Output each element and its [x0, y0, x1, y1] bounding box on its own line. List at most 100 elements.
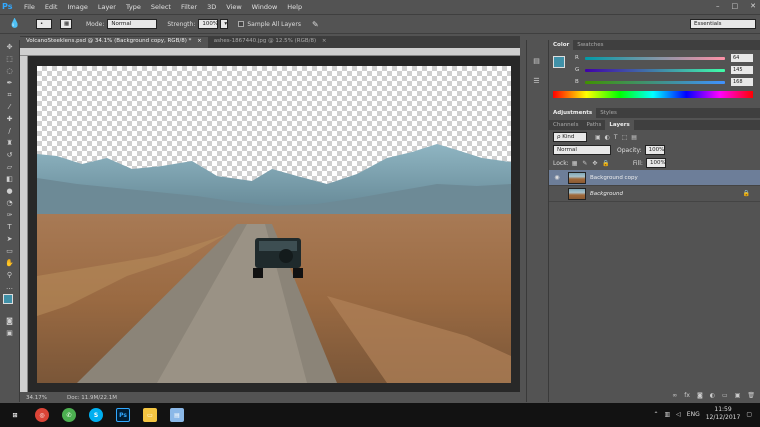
close-tab-icon[interactable]: ×	[197, 38, 202, 44]
r-value-input[interactable]: 64	[731, 54, 753, 62]
menu-edit[interactable]: Edit	[40, 3, 63, 11]
document-tab-volcano[interactable]: VolcanoSteeklens.psd @ 34.1% (Background…	[20, 37, 208, 48]
skype-icon[interactable]: S	[89, 408, 103, 422]
tray-expand-icon[interactable]: ⌃	[653, 411, 658, 418]
menu-image[interactable]: Image	[62, 3, 92, 11]
pen-tool-icon[interactable]: ✑	[3, 210, 17, 220]
properties-panel-icon[interactable]: ☰	[530, 76, 544, 86]
layer-filter-icons[interactable]: ▣◐T⬚▤	[595, 134, 641, 141]
maximize-button[interactable]: □	[732, 2, 739, 10]
hand-tool-icon[interactable]: ✋	[3, 258, 17, 268]
tab-color[interactable]: Color	[549, 40, 574, 50]
close-tab-icon[interactable]: ×	[322, 38, 327, 44]
link-layers-icon[interactable]: ∞	[672, 392, 677, 402]
b-value-input[interactable]: 168	[731, 78, 753, 86]
adjustment-layer-icon[interactable]: ◐	[710, 392, 715, 402]
pressure-icon[interactable]: ✎	[312, 20, 319, 29]
close-button[interactable]: ✕	[750, 2, 756, 10]
fill-input[interactable]: 100%	[645, 158, 666, 168]
eraser-tool-icon[interactable]: ▱	[3, 162, 17, 172]
windows-start-icon[interactable]: ⊞	[8, 408, 22, 422]
menu-layer[interactable]: Layer	[93, 3, 121, 11]
menu-view[interactable]: View	[221, 3, 246, 11]
brush-tool-icon[interactable]: /	[3, 126, 17, 136]
type-tool-icon[interactable]: T	[3, 222, 17, 232]
foreground-color-swatch[interactable]	[3, 294, 13, 304]
history-panel-icon[interactable]: ▤	[530, 56, 544, 66]
tab-paths[interactable]: Paths	[582, 120, 605, 130]
g-value-input[interactable]: 145	[731, 66, 753, 74]
history-brush-tool-icon[interactable]: ↺	[3, 150, 17, 160]
new-layer-icon[interactable]: ▣	[735, 392, 741, 402]
dodge-tool-icon[interactable]: ◔	[3, 198, 17, 208]
document-canvas[interactable]	[37, 66, 511, 383]
zoom-level[interactable]: 34.17%	[26, 395, 47, 401]
eyedropper-tool-icon[interactable]: ⁄	[3, 102, 17, 112]
notifications-icon[interactable]: ▢	[746, 411, 752, 418]
visibility-eye-icon[interactable]: ◉	[552, 174, 562, 181]
screen-mode-icon[interactable]: ▣	[3, 328, 17, 338]
more-tools-icon[interactable]: …	[3, 282, 17, 292]
chrome-icon[interactable]: ◎	[35, 408, 49, 422]
tab-swatches[interactable]: Swatches	[573, 40, 607, 50]
move-tool-icon[interactable]: ✥	[3, 42, 17, 52]
clone-stamp-tool-icon[interactable]: ♜	[3, 138, 17, 148]
color-spectrum-bar[interactable]	[553, 91, 753, 98]
notepad-icon[interactable]: ▤	[170, 408, 184, 422]
layer-mask-icon[interactable]: ◙	[697, 392, 703, 402]
strength-dropdown-icon[interactable]: ▾	[220, 19, 229, 29]
lasso-tool-icon[interactable]: ◌	[3, 66, 17, 76]
foreground-color-chip[interactable]	[553, 56, 565, 68]
layer-row[interactable]: ◉ Background copy	[549, 170, 760, 186]
minimize-button[interactable]: –	[716, 2, 720, 10]
quick-select-tool-icon[interactable]: ✒	[3, 78, 17, 88]
delete-layer-icon[interactable]: 🗑	[747, 392, 755, 402]
blur-tool-icon[interactable]: 💧	[8, 19, 22, 29]
tab-adjustments[interactable]: Adjustments	[549, 108, 597, 118]
marquee-tool-icon[interactable]: ⬚	[3, 54, 17, 64]
layer-kind-filter[interactable]: ρ Kind	[553, 132, 587, 142]
lock-icons[interactable]: ▦✎✥🔒	[572, 160, 615, 167]
new-group-icon[interactable]: ▭	[722, 392, 728, 402]
blend-mode-select[interactable]: Normal	[553, 145, 611, 155]
g-slider[interactable]	[585, 68, 725, 72]
layer-row[interactable]: Background 🔒	[549, 186, 760, 202]
volume-icon[interactable]: ◁	[676, 411, 681, 418]
paint-bucket-tool-icon[interactable]: ◧	[3, 174, 17, 184]
sample-all-layers-checkbox[interactable]	[238, 21, 245, 27]
clock[interactable]: 11:59 12/12/2017	[706, 406, 741, 422]
b-slider[interactable]	[585, 80, 725, 84]
whatsapp-icon[interactable]: ✆	[62, 408, 76, 422]
brush-panel-toggle-icon[interactable]: ▦	[60, 19, 72, 29]
healing-brush-tool-icon[interactable]: ✚	[3, 114, 17, 124]
menu-3d[interactable]: 3D	[202, 3, 221, 11]
language-indicator[interactable]: ENG	[687, 411, 700, 418]
menu-file[interactable]: File	[19, 3, 40, 11]
document-tab-ashes[interactable]: ashes-1867440.jpg @ 12.5% (RGB/8) ×	[208, 37, 333, 48]
color-swatches[interactable]	[0, 294, 19, 314]
menu-help[interactable]: Help	[282, 3, 307, 11]
zoom-tool-icon[interactable]: ⚲	[3, 270, 17, 280]
workspace-select[interactable]: Essentials	[690, 19, 756, 29]
brush-preset-picker[interactable]: •	[36, 19, 52, 29]
menu-filter[interactable]: Filter	[176, 3, 202, 11]
r-slider[interactable]	[585, 56, 725, 60]
opacity-input[interactable]: 100%	[644, 145, 665, 155]
menu-select[interactable]: Select	[146, 3, 176, 11]
file-explorer-icon[interactable]: ▭	[143, 408, 157, 422]
photoshop-taskbar-icon[interactable]: Ps	[116, 408, 130, 422]
quick-mask-icon[interactable]: ◙	[3, 316, 17, 326]
crop-tool-icon[interactable]: ⌗	[3, 90, 17, 100]
blur-tool-icon[interactable]: ●	[3, 186, 17, 196]
layer-style-icon[interactable]: fx	[684, 392, 690, 402]
menu-window[interactable]: Window	[247, 3, 283, 11]
tab-layers[interactable]: Layers	[605, 120, 634, 130]
menu-type[interactable]: Type	[121, 3, 146, 11]
network-icon[interactable]: ▥	[665, 411, 671, 418]
strength-input[interactable]: 100%	[198, 19, 219, 29]
tab-channels[interactable]: Channels	[549, 120, 582, 130]
path-select-tool-icon[interactable]: ➤	[3, 234, 17, 244]
shape-tool-icon[interactable]: ▭	[3, 246, 17, 256]
mode-select[interactable]: Normal	[107, 19, 158, 29]
tab-styles[interactable]: Styles	[596, 108, 621, 118]
